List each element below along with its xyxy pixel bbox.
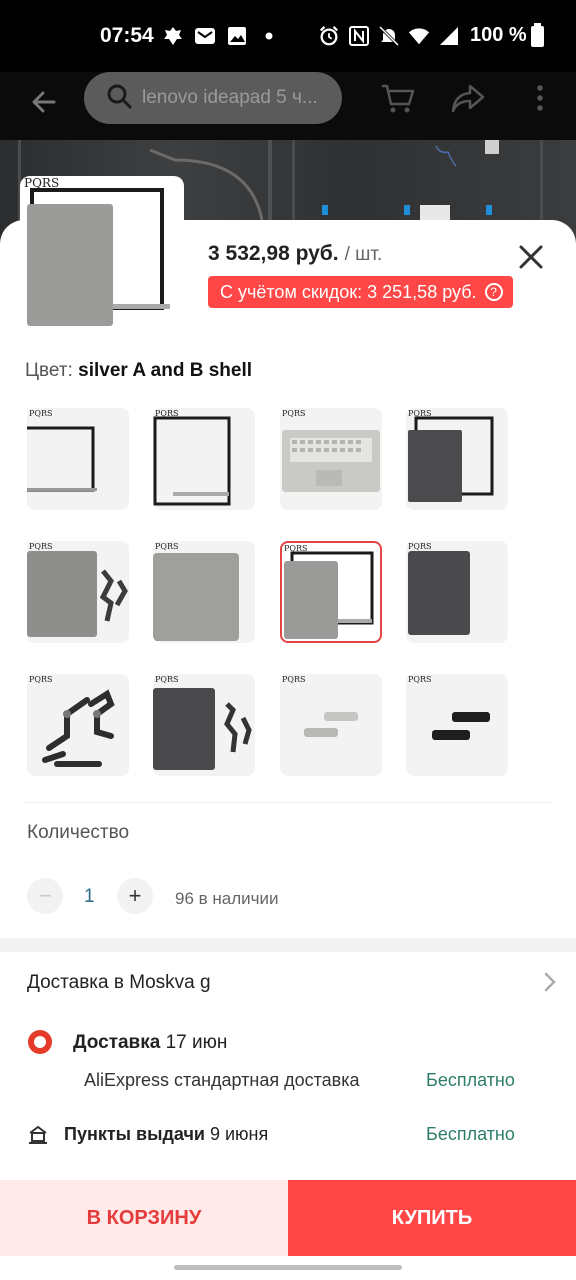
image-icon bbox=[226, 25, 248, 47]
brand-mark: PQRS bbox=[408, 675, 432, 684]
swatch-black-hinge-covers[interactable]: PQRS bbox=[406, 674, 508, 776]
brand-mark: PQRS bbox=[155, 409, 179, 418]
battery-percent: 100 % bbox=[470, 24, 527, 46]
chevron-right-icon[interactable] bbox=[540, 970, 560, 994]
delivery-destination[interactable]: Доставка в Moskva g bbox=[27, 972, 211, 994]
sku-bottom-sheet: 3 532,98 руб. / шт. С учётом скидок: 3 2… bbox=[0, 220, 576, 1180]
swatch-silver-lid-bezel[interactable]: PQRS bbox=[280, 541, 382, 643]
more-icon[interactable] bbox=[520, 78, 560, 118]
quantity-increment-button[interactable]: + bbox=[117, 878, 153, 914]
add-to-cart-button[interactable]: В КОРЗИНУ bbox=[0, 1180, 288, 1256]
brand-mark: PQRS bbox=[282, 675, 306, 684]
divider bbox=[25, 802, 551, 803]
home-indicator[interactable] bbox=[174, 1265, 402, 1270]
battery-icon bbox=[531, 23, 544, 47]
selected-product-thumbnail: PQRS bbox=[20, 176, 184, 333]
back-arrow-icon[interactable] bbox=[24, 82, 64, 122]
discount-text: С учётом скидок: 3 251,58 руб. bbox=[220, 281, 477, 302]
buy-now-button[interactable]: КУПИТЬ bbox=[288, 1180, 576, 1256]
search-bar[interactable]: lenovo ideapad 5 ч... bbox=[84, 72, 342, 124]
shipping-price: Бесплатно bbox=[426, 1070, 515, 1090]
product-price: 3 532,98 руб. bbox=[208, 242, 339, 265]
brand-mark: PQRS bbox=[155, 542, 179, 551]
swatch-dark-lid-hinges[interactable]: PQRS bbox=[153, 674, 255, 776]
dot-icon bbox=[258, 25, 280, 47]
app-toolbar: lenovo ideapad 5 ч... bbox=[0, 72, 576, 140]
brand-mark: PQRS bbox=[408, 542, 432, 551]
swatch-dark-lid-bezel[interactable]: PQRS bbox=[406, 408, 508, 510]
swatch-bezel-black[interactable]: PQRS bbox=[153, 408, 255, 510]
color-value: silver A and B shell bbox=[78, 360, 253, 381]
search-icon bbox=[106, 83, 132, 114]
brand-mark: PQRS bbox=[29, 409, 53, 418]
quantity-value[interactable]: 1 bbox=[84, 886, 95, 908]
swatch-silver-lid[interactable]: PQRS bbox=[153, 541, 255, 643]
color-label: Цвет: silver A and B shell bbox=[25, 360, 253, 381]
cart-icon[interactable] bbox=[378, 78, 418, 118]
system-nav-bar bbox=[0, 1256, 576, 1280]
pickup-point-icon bbox=[27, 1123, 49, 1145]
price-unit: / шт. bbox=[344, 244, 383, 265]
signal-icon bbox=[438, 25, 460, 47]
brand-mark: PQRS bbox=[29, 675, 53, 684]
share-icon[interactable] bbox=[448, 78, 488, 118]
quantity-decrement-button[interactable]: − bbox=[27, 878, 63, 914]
search-query: lenovo ideapad 5 ч... bbox=[142, 87, 318, 108]
status-time: 07:54 bbox=[100, 24, 154, 47]
swatch-palmrest-keyboard[interactable]: PQRS bbox=[280, 408, 382, 510]
brand-mark: PQRS bbox=[284, 544, 308, 553]
question-icon: ? bbox=[484, 283, 503, 301]
delivery-option[interactable]: Доставка 17 июн bbox=[73, 1032, 227, 1054]
mail-icon bbox=[194, 25, 216, 47]
delivery-radio-selected[interactable] bbox=[28, 1030, 52, 1054]
swatch-dark-lid[interactable]: PQRS bbox=[406, 541, 508, 643]
price-row: 3 532,98 руб. / шт. bbox=[208, 242, 382, 266]
status-bar: 07:54 100 % bbox=[0, 0, 576, 72]
brand-mark: PQRS bbox=[155, 675, 179, 684]
discount-badge[interactable]: С учётом скидок: 3 251,58 руб. ? bbox=[208, 276, 513, 308]
brand-mark: PQRS bbox=[408, 409, 432, 418]
mute-icon bbox=[378, 25, 400, 47]
brand-mark: PQRS bbox=[24, 176, 60, 190]
shipping-method: AliExpress стандартная доставка bbox=[84, 1070, 360, 1090]
quantity-label: Количество bbox=[27, 822, 130, 843]
alarm-icon bbox=[318, 25, 340, 47]
wifi-icon bbox=[408, 25, 430, 47]
swatch-silver-hinge-covers[interactable]: PQRS bbox=[280, 674, 382, 776]
brand-mark: PQRS bbox=[29, 542, 53, 551]
swatch-bezel-hinge-strip[interactable]: PQRS bbox=[27, 408, 129, 510]
swatch-hinges[interactable]: PQRS bbox=[27, 674, 129, 776]
swatch-silver-lid-hinges[interactable]: PQRS bbox=[27, 541, 129, 643]
brand-mark: PQRS bbox=[282, 409, 306, 418]
section-separator bbox=[0, 938, 576, 952]
pickup-price: Бесплатно bbox=[426, 1124, 515, 1144]
pickup-option[interactable]: Пункты выдачи 9 июня bbox=[64, 1124, 268, 1145]
emblem-icon bbox=[162, 25, 184, 47]
stock-count: 96 в наличии bbox=[175, 889, 279, 908]
action-bar: В КОРЗИНУ КУПИТЬ bbox=[0, 1180, 576, 1256]
close-icon[interactable] bbox=[514, 240, 548, 274]
nfc-icon bbox=[348, 25, 370, 47]
